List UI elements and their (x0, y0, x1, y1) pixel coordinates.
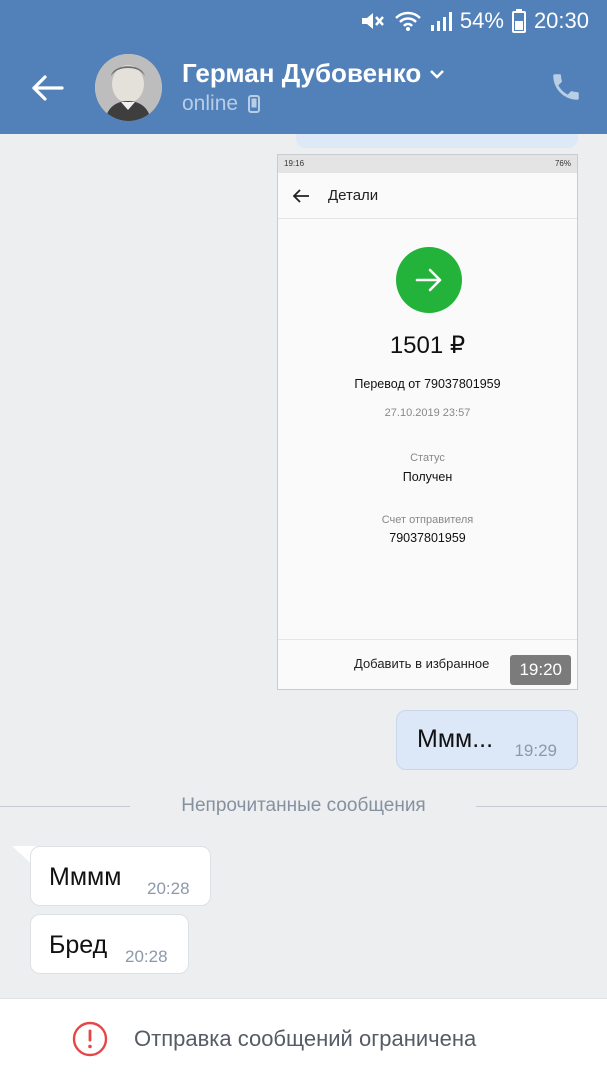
unread-divider: Непрочитанные сообщения (0, 794, 607, 818)
incoming-message[interactable]: Бред 20:28 (30, 914, 189, 974)
arrow-left-icon (32, 75, 64, 101)
arrow-right-icon (415, 268, 442, 292)
avatar[interactable] (95, 54, 162, 121)
message-time: 20:28 (125, 947, 168, 966)
presence-row: online (182, 92, 261, 116)
incoming-message[interactable]: Мммм 20:28 (30, 846, 211, 906)
chevron-down-icon (430, 69, 445, 79)
message-text: Ммм... (417, 725, 494, 753)
sender-account-label: Счет отправителя (381, 514, 474, 526)
message-text: Бред (49, 931, 108, 959)
exclamation-circle-icon (72, 1021, 108, 1057)
mobile-device-icon (248, 95, 261, 113)
wifi-icon (394, 10, 422, 32)
contact-name-row[interactable]: Герман Дубовенко (182, 58, 445, 89)
screenshot-body: 1501 ₽ Перевод от 79037801959 27.10.2019… (278, 219, 577, 639)
phone-icon (553, 74, 579, 100)
status-label: Статус (410, 452, 445, 464)
contact-name: Герман Дубовенко (182, 58, 422, 88)
transfer-datetime: 27.10.2019 23:57 (384, 407, 471, 419)
message-text: Мммм (49, 863, 122, 891)
transfer-arrow-badge (396, 247, 462, 313)
arrow-left-icon (292, 188, 309, 203)
photo-message[interactable]: 19:16 76% Детали 1501 ₽ Перевод от 79037… (277, 154, 578, 690)
screenshot-title: Детали (328, 187, 379, 204)
previous-message-bubble[interactable] (296, 134, 578, 148)
mute-icon (360, 10, 386, 32)
add-to-favorites-label: Добавить в избранное (354, 656, 490, 671)
outgoing-message[interactable]: Ммм... 19:29 (396, 710, 578, 770)
status-time: 20:30 (533, 8, 589, 33)
call-button[interactable] (549, 70, 583, 104)
message-time: 20:28 (147, 879, 190, 898)
status-bar: 54% 20:30 (0, 0, 607, 42)
back-button[interactable] (22, 68, 72, 108)
screenshot-topbar: Детали (278, 173, 577, 219)
chat-header: 54% 20:30 Герман Дубовенко online (0, 0, 607, 134)
message-time: 19:29 (514, 741, 557, 760)
screenshot-status-time: 19:16 (284, 159, 305, 168)
screenshot-status-battery: 76% (554, 159, 571, 168)
transfer-from: Перевод от 79037801959 (354, 377, 501, 391)
battery-percent: 54% (459, 8, 504, 33)
message-list[interactable]: 19:16 76% Детали 1501 ₽ Перевод от 79037… (0, 134, 607, 998)
screenshot-status-bar: 19:16 76% (278, 155, 577, 173)
restriction-text: Отправка сообщений ограничена (134, 1026, 477, 1051)
transfer-amount: 1501 ₽ (389, 332, 466, 359)
messaging-restricted-bar: Отправка сообщений ограничена (0, 998, 607, 1080)
battery-icon (511, 9, 526, 33)
photo-message-time: 19:20 (510, 655, 571, 685)
presence-status: online (182, 92, 239, 115)
divider-line-right (476, 806, 607, 807)
status-value: Получен (402, 470, 453, 484)
signal-icon (430, 10, 452, 32)
sender-account-value: 79037801959 (389, 531, 466, 545)
